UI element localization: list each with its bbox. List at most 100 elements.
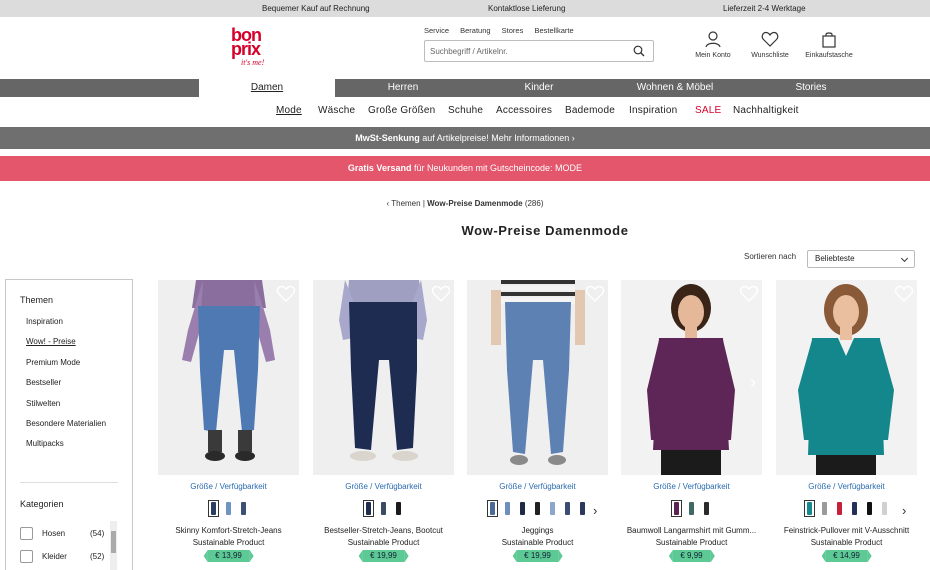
product-image[interactable] bbox=[313, 280, 454, 475]
tab-damen[interactable]: Damen bbox=[199, 79, 335, 97]
sort-dropdown[interactable]: Beliebteste bbox=[807, 250, 915, 268]
color-swatch[interactable] bbox=[487, 500, 498, 517]
product-name[interactable]: Bestseller-Stretch-Jeans, Bootcut bbox=[307, 526, 460, 535]
size-availability-link[interactable]: Größe / Verfügbarkeit bbox=[313, 482, 454, 491]
theme-stilwelten[interactable]: Stilwelten bbox=[26, 399, 60, 408]
themen-heading: Themen bbox=[20, 295, 54, 305]
color-swatch[interactable] bbox=[671, 500, 682, 517]
color-swatch[interactable] bbox=[393, 500, 404, 517]
color-swatch[interactable] bbox=[686, 500, 697, 517]
swatch-color bbox=[490, 502, 495, 515]
wishlist-heart-icon[interactable] bbox=[431, 285, 451, 303]
link-bestellkarte[interactable]: Bestellkarte bbox=[534, 26, 573, 35]
breadcrumb-back[interactable]: Themen bbox=[391, 199, 420, 208]
wishlist-button[interactable]: Wunschliste bbox=[748, 31, 792, 59]
product-image[interactable] bbox=[158, 280, 299, 475]
bag-button[interactable]: Einkaufstasche bbox=[801, 31, 857, 59]
swatch-next-chevron-icon[interactable]: › bbox=[902, 503, 906, 518]
subnav-bademode[interactable]: Bademode bbox=[565, 105, 615, 116]
color-swatch[interactable] bbox=[547, 500, 558, 517]
color-swatch[interactable] bbox=[532, 500, 543, 517]
link-stores[interactable]: Stores bbox=[502, 26, 524, 35]
color-swatch[interactable] bbox=[378, 500, 389, 517]
color-swatches bbox=[467, 500, 608, 518]
theme-wow-preise[interactable]: Wow! - Preise bbox=[26, 337, 76, 346]
category-scrollbar[interactable] bbox=[110, 521, 117, 570]
theme-bestseller[interactable]: Bestseller bbox=[26, 378, 61, 387]
shopping-bag-icon bbox=[822, 32, 836, 48]
search-input[interactable] bbox=[430, 44, 625, 59]
product-image[interactable]: › bbox=[621, 280, 762, 475]
color-swatch[interactable] bbox=[208, 500, 219, 517]
scrollbar-thumb[interactable] bbox=[111, 531, 116, 553]
theme-inspiration[interactable]: Inspiration bbox=[26, 317, 63, 326]
link-beratung[interactable]: Beratung bbox=[460, 26, 490, 35]
color-swatch[interactable] bbox=[819, 500, 830, 517]
tab-stories[interactable]: Stories bbox=[743, 79, 879, 97]
subnav-waesche[interactable]: Wäsche bbox=[318, 105, 355, 116]
wishlist-heart-icon[interactable] bbox=[585, 285, 605, 303]
color-swatch[interactable] bbox=[879, 500, 890, 517]
product-name[interactable]: Feinstrick-Pullover mit V-Ausschnitt bbox=[770, 526, 923, 535]
color-swatch[interactable] bbox=[864, 500, 875, 517]
size-availability-link[interactable]: Größe / Verfügbarkeit bbox=[467, 482, 608, 491]
image-next-chevron-icon[interactable]: › bbox=[750, 372, 756, 393]
product-image[interactable] bbox=[776, 280, 917, 475]
price-tag: € 13,99 bbox=[203, 550, 254, 562]
theme-besondere-materialien[interactable]: Besondere Materialien bbox=[26, 419, 106, 428]
color-swatch[interactable] bbox=[562, 500, 573, 517]
product-card[interactable]: › Größe / Verfügbarkeit Baumwoll Langarm… bbox=[621, 280, 762, 570]
color-swatch[interactable] bbox=[834, 500, 845, 517]
theme-premium-mode[interactable]: Premium Mode bbox=[26, 358, 80, 367]
tab-kinder[interactable]: Kinder bbox=[471, 79, 607, 97]
tab-wohnen[interactable]: Wohnen & Möbel bbox=[607, 79, 743, 97]
sort-value: Beliebteste bbox=[815, 254, 855, 263]
color-swatch[interactable] bbox=[701, 500, 712, 517]
breadcrumb-current: Wow-Preise Damenmode bbox=[427, 199, 523, 208]
link-service[interactable]: Service bbox=[424, 26, 449, 35]
size-availability-link[interactable]: Größe / Verfügbarkeit bbox=[621, 482, 762, 491]
theme-multipacks[interactable]: Multipacks bbox=[26, 439, 64, 448]
color-swatches bbox=[158, 500, 299, 518]
category-kleider-label[interactable]: Kleider bbox=[42, 552, 67, 561]
size-availability-link[interactable]: Größe / Verfügbarkeit bbox=[776, 482, 917, 491]
product-card[interactable]: Größe / Verfügbarkeit › Feinstrick-Pullo… bbox=[776, 280, 917, 570]
subnav-sale[interactable]: SALE bbox=[695, 105, 721, 116]
bonprix-logo[interactable]: bon prix it's me! bbox=[226, 26, 276, 69]
color-swatch[interactable] bbox=[849, 500, 860, 517]
size-availability-link[interactable]: Größe / Verfügbarkeit bbox=[158, 482, 299, 491]
color-swatch[interactable] bbox=[803, 500, 815, 517]
product-card[interactable]: Größe / Verfügbarkeit › Jeggings Sustain… bbox=[467, 280, 608, 570]
subnav-schuhe[interactable]: Schuhe bbox=[448, 105, 483, 116]
info-contactless: Kontaktlose Lieferung bbox=[488, 4, 566, 13]
product-image[interactable] bbox=[467, 280, 608, 475]
vat-banner[interactable]: MwSt-Senkung auf Artikelpreise! Mehr Inf… bbox=[0, 127, 930, 149]
color-swatch[interactable] bbox=[517, 500, 528, 517]
wishlist-heart-icon[interactable] bbox=[276, 285, 296, 303]
color-swatch[interactable] bbox=[223, 500, 234, 517]
color-swatch[interactable] bbox=[577, 500, 588, 517]
checkbox-kleider[interactable] bbox=[20, 550, 33, 563]
search-icon[interactable] bbox=[633, 45, 645, 57]
product-card[interactable]: Größe / Verfügbarkeit Bestseller-Stretch… bbox=[313, 280, 454, 570]
tab-herren[interactable]: Herren bbox=[335, 79, 471, 97]
checkbox-hosen[interactable] bbox=[20, 527, 33, 540]
subnav-grosse-groessen[interactable]: Große Größen bbox=[368, 105, 435, 116]
subnav-mode[interactable]: Mode bbox=[276, 105, 302, 116]
product-name[interactable]: Skinny Komfort-Stretch-Jeans bbox=[152, 526, 305, 535]
swatch-next-chevron-icon[interactable]: › bbox=[593, 503, 597, 518]
color-swatch[interactable] bbox=[238, 500, 249, 517]
wishlist-heart-icon[interactable] bbox=[739, 285, 759, 303]
subnav-nachhaltigkeit[interactable]: Nachhaltigkeit bbox=[733, 105, 799, 116]
subnav-accessoires[interactable]: Accessoires bbox=[496, 105, 552, 116]
product-card[interactable]: Größe / Verfügbarkeit Skinny Komfort-Str… bbox=[158, 280, 299, 570]
wishlist-heart-icon[interactable] bbox=[894, 285, 914, 303]
color-swatch[interactable] bbox=[363, 500, 374, 517]
swatch-color bbox=[866, 502, 872, 515]
subnav-inspiration[interactable]: Inspiration bbox=[629, 105, 677, 116]
product-name[interactable]: Baumwoll Langarmshirt mit Gumm... bbox=[615, 526, 768, 535]
color-swatch[interactable] bbox=[502, 500, 513, 517]
category-hosen-label[interactable]: Hosen bbox=[42, 529, 65, 538]
account-button[interactable]: Mein Konto bbox=[692, 31, 734, 59]
product-name[interactable]: Jeggings bbox=[461, 526, 614, 535]
